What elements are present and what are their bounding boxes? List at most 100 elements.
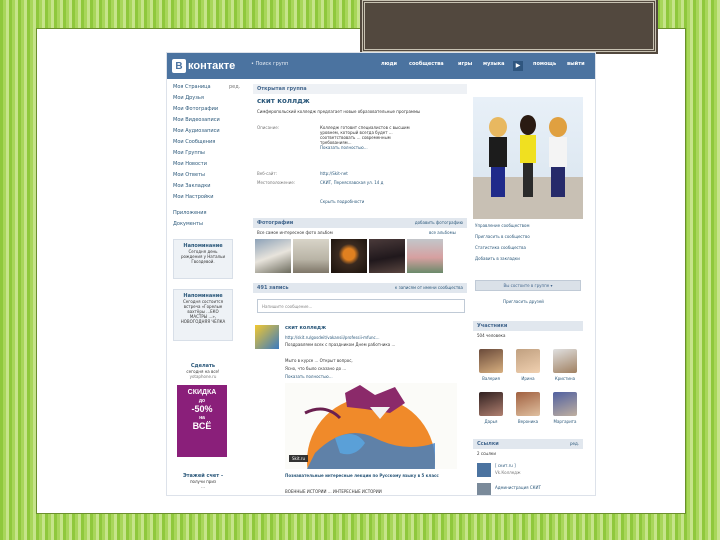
vk-page: B контакте • Поиск групп люди сообщества… [166, 52, 596, 496]
link-2[interactable]: Администрация СКИТ [495, 485, 541, 490]
ad-block-2[interactable]: Этажей счет - получи приз ... [173, 473, 233, 489]
action-bookmark[interactable]: Добавить в закладки [475, 256, 520, 261]
menu-messages[interactable]: Мои Сообщения [173, 139, 215, 145]
wall-bar: 491 запись к записям от имени сообщества [253, 283, 467, 293]
photo-thumb-1[interactable] [255, 239, 291, 273]
invite-friends-link[interactable]: Пригласить друзей [503, 299, 544, 304]
photo-thumb-4[interactable] [369, 239, 405, 273]
member-avatar-3[interactable] [553, 349, 577, 373]
photo-album-name[interactable]: Все самое интересное фото альбом [257, 230, 333, 235]
member-name-5[interactable]: Вероника [513, 419, 543, 424]
post-sub: ВОЕННЫЕ ИСТОРИИ ... ИНТЕРЕСНЫЕ ИСТОРИИ [285, 489, 382, 494]
info-more-link[interactable]: Показать полностью... [320, 145, 465, 150]
vk-logo[interactable]: B контакте [172, 56, 235, 76]
reminder-line-3: Гвоздевой. [191, 259, 215, 264]
addr-label: Местоположение: [257, 180, 296, 185]
addr-link[interactable]: СКИТ, Переяславская ул. 14 д [320, 180, 383, 185]
member-avatar-1[interactable] [479, 349, 503, 373]
links-title[interactable]: Ссылки [477, 441, 499, 447]
nav-music[interactable]: музыка [483, 61, 505, 67]
site-label: Веб-сайт: [257, 171, 278, 176]
ad-banner[interactable]: СКИДКА до -50% на ВСЁ [177, 385, 227, 457]
member-name-4[interactable]: Дарья [476, 419, 506, 424]
cover-people-illustration [473, 115, 583, 219]
link-1[interactable]: [ скит.ru ] [495, 463, 516, 468]
nav-games[interactable]: игры [458, 61, 472, 67]
group-type: Открытая группа [253, 84, 467, 94]
globe-illustration [304, 385, 435, 469]
post-video[interactable]: Skit.ru [285, 383, 457, 469]
member-name-3[interactable]: Кристина [550, 376, 580, 381]
hide-details-link[interactable]: Скрыть подробности [320, 199, 364, 204]
logo-icon: B [172, 59, 186, 73]
wall-filter-link[interactable]: к записям от имени сообщества [395, 285, 463, 290]
nav-communities[interactable]: сообщества [409, 61, 444, 67]
menu-my-page[interactable]: Моя Страница [173, 84, 211, 90]
menu-news[interactable]: Мои Новости [173, 161, 207, 167]
reminder2-box: Напоминание Сегодня состоится встреча «Г… [173, 289, 233, 341]
wall-count: 491 запись [257, 285, 289, 291]
member-avatar-6[interactable] [553, 392, 577, 416]
video-source: Skit.ru [289, 455, 308, 462]
wall-post-input[interactable]: Напишите сообщение... [257, 299, 465, 313]
menu-settings[interactable]: Мои Настройки [173, 194, 213, 200]
menu-apps[interactable]: Приложения [173, 210, 207, 216]
group-name: скит коллдж [257, 97, 310, 105]
nav-logout[interactable]: выйти [567, 61, 585, 67]
banner-line-1: СКИДКА [187, 389, 217, 396]
menu-documents[interactable]: Документы [173, 221, 203, 227]
member-name-2[interactable]: Ирина [513, 376, 543, 381]
menu-bookmarks[interactable]: Мои Закладки [173, 183, 211, 189]
photo-thumb-3[interactable] [331, 239, 367, 273]
member-name-1[interactable]: Валерия [476, 376, 506, 381]
links-edit[interactable]: ред. [570, 441, 579, 446]
post-more-link[interactable]: Показать полностью... [285, 374, 333, 379]
logo-text: контакте [188, 60, 236, 72]
menu-groups[interactable]: Мои Группы [173, 150, 205, 156]
site-link[interactable]: http://Skit-net [320, 171, 348, 176]
photo-thumb-5[interactable] [407, 239, 443, 273]
menu-photos[interactable]: Мои Фотографии [173, 106, 218, 112]
menu-videos[interactable]: Мои Видеозаписи [173, 117, 220, 123]
nav-help[interactable]: помощь [533, 61, 556, 67]
post-author-avatar[interactable] [255, 325, 279, 349]
photos-title[interactable]: Фотографии [257, 220, 293, 226]
nav-people[interactable]: люди [381, 61, 397, 67]
slide-decoration-box [362, 0, 656, 52]
post-caption[interactable]: Познавательные интересные лекции по Русс… [285, 473, 465, 478]
subscribe-button[interactable]: Вы состоите в группе ▾ [475, 280, 581, 291]
play-icon[interactable]: ▶ [513, 61, 523, 71]
photos-bar: Фотографии добавить фотографию [253, 218, 467, 228]
menu-audio[interactable]: Мои Аудиозаписи [173, 128, 220, 134]
add-photo-link[interactable]: добавить фотографию [415, 220, 463, 225]
menu-friends[interactable]: Мои Друзья [173, 95, 204, 101]
photo-thumb-2[interactable] [293, 239, 329, 273]
menu-edit[interactable]: ред. [229, 84, 240, 90]
member-avatar-2[interactable] [516, 349, 540, 373]
banner-line-3: -50% [191, 404, 213, 414]
links-count: 2 ссылки [477, 451, 496, 456]
ad-block-1[interactable]: Сделать сегодня на все! yotaphone.ru [173, 363, 233, 379]
post-text-2: Ясно, что было сказано до ... [285, 366, 347, 371]
menu-answers[interactable]: Мои Ответы [173, 172, 205, 178]
members-title[interactable]: Участники [473, 321, 583, 331]
member-name-6[interactable]: Маргарита [550, 419, 580, 424]
member-avatar-5[interactable] [516, 392, 540, 416]
ad2-sub: ... [201, 484, 205, 489]
search-groups[interactable]: • Поиск групп [251, 61, 288, 67]
group-info: Колледж готовит специалистов с высшим ур… [320, 125, 465, 150]
action-manage[interactable]: Управление сообществом [475, 223, 530, 228]
group-cover-photo[interactable] [473, 97, 583, 219]
member-avatar-4[interactable] [479, 392, 503, 416]
post-text-1: Мыто в курсе ... Открыт вопрос, [285, 358, 353, 363]
ad1-sub: yotaphone.ru [189, 374, 217, 379]
banner-line-5: ВСЁ [192, 421, 212, 431]
post-author[interactable]: скит колледж [285, 325, 326, 331]
action-invite[interactable]: Пригласить в сообщество [475, 234, 530, 239]
link-icon-1 [477, 463, 491, 477]
reminder-box: Напоминание Сегодня день рождения у Ната… [173, 239, 233, 279]
post-link2: Поздравляем всех с праздником Днем работ… [285, 342, 396, 347]
action-stats[interactable]: Статистика сообщества [475, 245, 526, 250]
post-link[interactable]: http://skit.ru/gosdeit/vakansii/professi… [285, 335, 380, 340]
all-albums-link[interactable]: все альбомы [429, 230, 456, 235]
